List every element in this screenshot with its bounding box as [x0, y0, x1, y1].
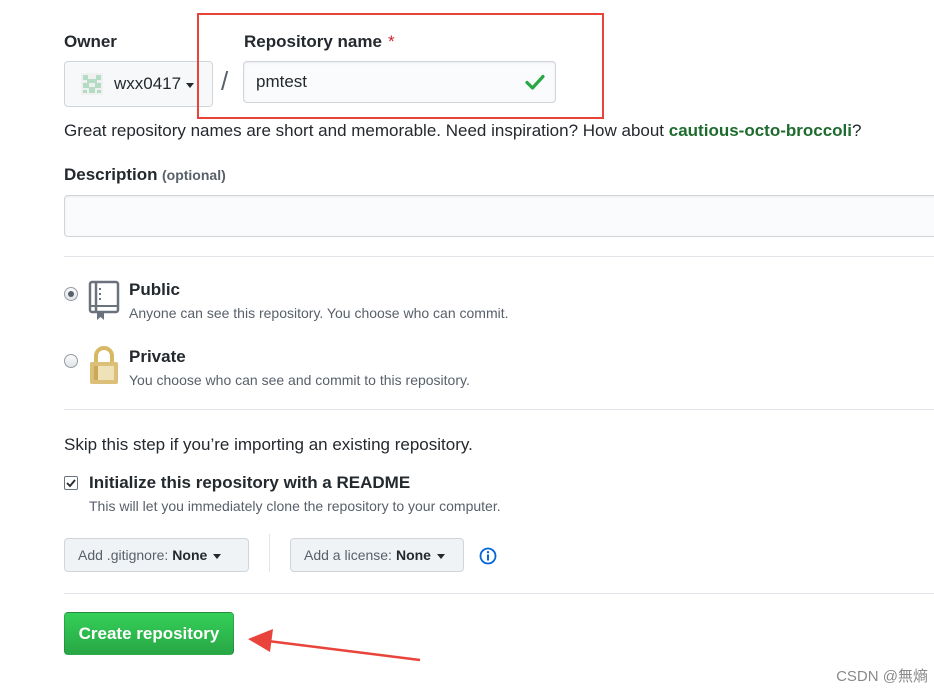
private-title: Private: [129, 347, 186, 366]
repo-book-icon: [88, 280, 120, 320]
lock-icon: [90, 346, 118, 384]
readme-description: This will let you immediately clone the …: [89, 498, 501, 514]
owner-dropdown[interactable]: wxx0417: [64, 61, 213, 107]
description-label-text: Description: [64, 165, 158, 184]
chevron-down-icon: [436, 553, 445, 559]
optional-note: (optional): [161, 167, 226, 183]
info-icon[interactable]: [479, 547, 497, 565]
watermark: CSDN @無熵: [836, 668, 928, 685]
hint-prefix: Great repository names are short and mem…: [64, 121, 669, 140]
readme-title: Initialize this repository with a README: [89, 473, 411, 492]
private-description: You choose who can see and commit to thi…: [129, 372, 470, 388]
owner-username: wxx0417: [114, 74, 182, 93]
license-dropdown[interactable]: Add a license: None: [290, 538, 464, 572]
gitignore-dropdown[interactable]: Add .gitignore: None: [64, 538, 249, 572]
private-radio[interactable]: [64, 354, 78, 368]
avatar-icon: [81, 73, 103, 95]
create-repository-button[interactable]: Create repository: [64, 612, 234, 655]
gitignore-label: Add .gitignore:: [78, 547, 169, 563]
chevron-down-icon: [186, 82, 195, 88]
public-radio[interactable]: [64, 287, 78, 301]
divider: [64, 256, 934, 257]
owner-label: Owner: [64, 32, 117, 51]
divider: [64, 593, 934, 594]
checkmark-icon: [66, 479, 76, 488]
public-title: Public: [129, 280, 181, 299]
divider: [64, 409, 934, 410]
vertical-divider: [269, 534, 270, 572]
skip-note: Skip this step if you’re importing an ex…: [64, 435, 473, 454]
public-description: Anyone can see this repository. You choo…: [129, 305, 509, 321]
hint-suffix: ?: [852, 121, 862, 140]
description-input[interactable]: [64, 195, 934, 237]
readme-checkbox[interactable]: [64, 476, 78, 490]
chevron-down-icon: [213, 553, 222, 559]
name-hint: Great repository names are short and mem…: [64, 121, 861, 141]
name-suggestion-link[interactable]: cautious-octo-broccoli: [669, 121, 852, 140]
annotation-highlight-box: [197, 13, 604, 119]
annotation-arrow: [248, 629, 421, 662]
license-value: None: [395, 547, 431, 563]
gitignore-value: None: [172, 547, 208, 563]
description-label: Description (optional): [64, 165, 226, 185]
license-label: Add a license:: [304, 547, 392, 563]
